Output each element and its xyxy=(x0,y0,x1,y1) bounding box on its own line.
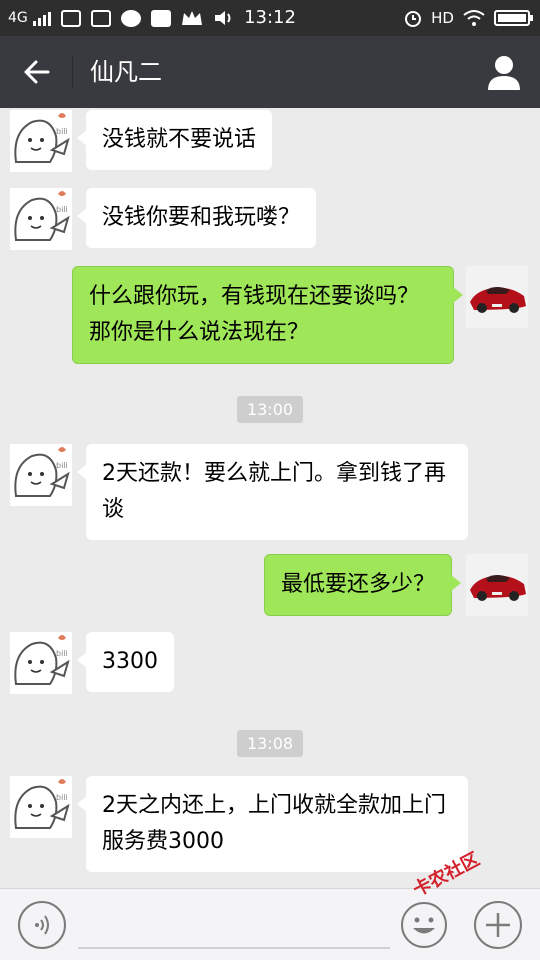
voice-button[interactable] xyxy=(18,901,66,949)
chat-header: 仙凡二 xyxy=(0,36,540,108)
contact-avatar-image: bili xyxy=(14,447,70,497)
car-avatar-image xyxy=(466,266,528,328)
plus-icon xyxy=(486,913,510,937)
avatar-tag: bili xyxy=(56,793,68,802)
outgoing-bubble[interactable]: 什么跟你玩，有钱现在还要谈吗？那你是什么说法现在？ xyxy=(72,266,463,364)
avatar-tag: bili xyxy=(56,127,68,136)
header-divider xyxy=(72,56,73,88)
avatar[interactable] xyxy=(466,554,528,616)
avatar[interactable]: bili xyxy=(10,632,72,694)
voice-icon xyxy=(35,915,49,935)
message-list[interactable]: bili 没钱就不要说话 bili 没钱你要和我玩喽？ 什么跟你玩，有钱现在还要… xyxy=(0,108,540,888)
incoming-bubble[interactable]: 3300 xyxy=(77,632,174,692)
outgoing-bubble[interactable]: 最低要还多少？ xyxy=(264,554,462,616)
avatar[interactable]: bili xyxy=(10,776,72,838)
avatar[interactable]: bili xyxy=(10,110,72,172)
avatar-tag: bili xyxy=(56,649,68,658)
contact-avatar-image: bili xyxy=(14,113,70,163)
avatar-tag: bili xyxy=(56,461,68,470)
chat-title: 仙凡二 xyxy=(90,58,162,86)
timestamp: 13:00 xyxy=(0,396,540,423)
wifi-icon xyxy=(463,10,485,26)
timestamp-label: 13:08 xyxy=(236,730,304,757)
status-bar: 4G 13:12 HD xyxy=(0,0,540,36)
timestamp-label: 13:00 xyxy=(236,396,304,423)
hd-indicator: HD xyxy=(431,9,454,27)
contact-avatar-image: bili xyxy=(14,635,70,685)
incoming-bubble[interactable]: 2天还款！要么就上门。拿到钱了再谈 xyxy=(77,444,468,540)
avatar[interactable] xyxy=(466,266,528,328)
person-icon[interactable] xyxy=(484,52,524,92)
avatar[interactable]: bili xyxy=(10,188,72,250)
message-input[interactable] xyxy=(78,903,390,949)
arrow-left-icon[interactable] xyxy=(18,54,54,90)
contact-avatar-image: bili xyxy=(14,779,70,829)
incoming-bubble[interactable]: 没钱就不要说话 xyxy=(76,110,273,170)
plus-button[interactable] xyxy=(474,901,522,949)
contact-avatar-image: bili xyxy=(14,191,70,241)
incoming-bubble[interactable]: 2天之内还上，上门收就全款加上门服务费3000 xyxy=(77,776,468,872)
avatar-tag: bili xyxy=(56,205,68,214)
timestamp: 13:08 xyxy=(0,730,540,757)
car-avatar-image xyxy=(466,554,528,616)
battery-icon xyxy=(494,10,533,26)
incoming-bubble[interactable]: 没钱你要和我玩喽？ xyxy=(76,188,317,248)
status-right: HD xyxy=(403,0,533,36)
avatar[interactable]: bili xyxy=(10,444,72,506)
alarm-icon xyxy=(405,11,422,27)
